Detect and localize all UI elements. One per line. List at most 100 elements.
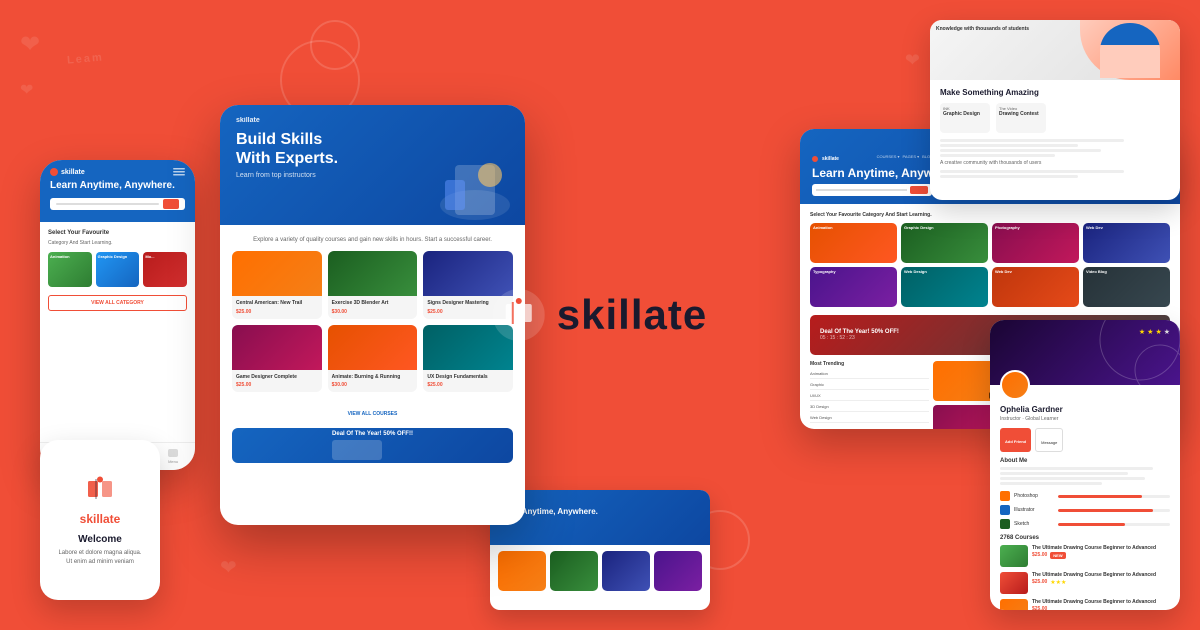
search-input-bar bbox=[56, 203, 159, 205]
category-more[interactable]: Mo... bbox=[143, 252, 187, 287]
course-name-4: Game Designer Complete bbox=[236, 374, 318, 381]
dtr-community-text: A creative community with thousands of u… bbox=[940, 160, 1170, 166]
course-price-4: $25.00 bbox=[236, 382, 318, 388]
profile-card: ★ ★ ★ ★ Ophelia Gardner Instructor · Glo… bbox=[990, 320, 1180, 610]
course-thumb-5 bbox=[328, 325, 418, 370]
phone-screen: skillate Learn Anytime, Anywhere. Select… bbox=[40, 160, 195, 470]
deco-circle-2 bbox=[310, 20, 360, 70]
splash-subtitle: Labore et dolore magna aliqua. Ut enim a… bbox=[56, 549, 144, 566]
phone-splash-screen: skillate Welcome Labore et dolore magna … bbox=[40, 440, 160, 600]
phone-section-title: Select Your Favourite bbox=[48, 230, 187, 236]
tablet-course-grid: Central American: New Trail $25.00 Exerc… bbox=[232, 251, 513, 392]
cat-label-animation: Animation bbox=[48, 252, 92, 261]
tr-cat-graphic[interactable]: Graphic Design bbox=[901, 223, 988, 263]
view-all-courses-link[interactable]: VIEW ALL COURSES bbox=[348, 411, 398, 417]
tr-cat-typo[interactable]: Web Design bbox=[901, 267, 988, 307]
tr-cat-video[interactable]: Video Blog bbox=[1083, 267, 1170, 307]
tr-search-button[interactable] bbox=[910, 186, 928, 194]
course-thumb-4 bbox=[232, 325, 322, 370]
text-line-1 bbox=[940, 139, 1124, 142]
pc-price-1: $25.00 bbox=[1032, 552, 1047, 558]
tr-cat-3d[interactable]: Typography bbox=[810, 267, 897, 307]
pc-course-item-1[interactable]: The Ultimate Drawing Course Beginner to … bbox=[1000, 545, 1170, 567]
center-logo-area: skillate bbox=[493, 289, 707, 341]
tr-search-bar[interactable] bbox=[812, 184, 932, 196]
skillate-logo-icon bbox=[493, 289, 545, 341]
pc-course-item-2[interactable]: The Ultimate Drawing Course Beginner to … bbox=[1000, 572, 1170, 594]
tablet-hero: skillate Build SkillsWith Experts. Learn… bbox=[220, 105, 525, 225]
about-line-1 bbox=[1000, 467, 1153, 470]
pc-message-button[interactable]: Message bbox=[1035, 428, 1063, 452]
splash-welcome-text: Welcome bbox=[78, 534, 122, 545]
tr-brand-name: skillate bbox=[822, 156, 839, 162]
mt-brand: skillate bbox=[498, 498, 702, 504]
course-name-1: Central American: New Trail bbox=[236, 300, 318, 307]
illustrator-icon bbox=[1000, 505, 1010, 515]
nav-menu[interactable]: Menu bbox=[165, 449, 181, 465]
tablet-hero-illustration bbox=[435, 145, 515, 225]
deal-illustration bbox=[332, 440, 413, 460]
pc-stars-2: ★★★ bbox=[1050, 579, 1066, 586]
photoshop-icon bbox=[1000, 491, 1010, 501]
view-all-button[interactable]: VIEW ALL CATEGORY bbox=[48, 295, 187, 311]
tr-cat-label-typo: Web Design bbox=[901, 267, 988, 276]
phone-header: skillate Learn Anytime, Anywhere. bbox=[40, 160, 195, 222]
tr-cat-animation[interactable]: Animation bbox=[810, 223, 897, 263]
course-thumb-2 bbox=[328, 251, 418, 296]
phone-mockup: skillate Learn Anytime, Anywhere. Select… bbox=[40, 160, 195, 470]
category-graphic[interactable]: Graphic Design bbox=[96, 252, 140, 287]
text-line-6 bbox=[940, 175, 1078, 178]
phone-section-subtitle: Category And Start Learning. bbox=[48, 240, 187, 246]
tr-cat-label-webdesign: Web Dev bbox=[992, 267, 1079, 276]
skill-name-2: Illustrator bbox=[1014, 507, 1054, 513]
star-2: ★ bbox=[1147, 328, 1153, 336]
pc-course-name-3: The Ultimate Drawing Course Beginner to … bbox=[1032, 599, 1170, 606]
pc-follow-label: Add Friend bbox=[1005, 439, 1026, 444]
skill-fill-3 bbox=[1058, 523, 1125, 526]
pc-name: Ophelia Gardner bbox=[1000, 405, 1170, 414]
category-animation[interactable]: Animation bbox=[48, 252, 92, 287]
course-price-2: $30.00 bbox=[332, 309, 414, 315]
dtr-hero-image bbox=[1080, 20, 1180, 80]
mt-card-4[interactable] bbox=[654, 551, 702, 591]
about-line-2 bbox=[1000, 472, 1128, 475]
text-line-2 bbox=[940, 144, 1078, 147]
tr-cat-label-video: Video Blog bbox=[1083, 267, 1170, 276]
pc-tag-new-1: NEW bbox=[1050, 552, 1065, 559]
tr-brand-dot bbox=[812, 156, 818, 162]
course-info-4: Game Designer Complete $25.00 bbox=[232, 370, 322, 393]
dtr-mini-card-2: The Video Drawing Contest bbox=[996, 103, 1046, 133]
skill-fill-1 bbox=[1058, 495, 1142, 498]
tr-cat-label-photo: Photography bbox=[992, 223, 1079, 232]
course-card-1[interactable]: Central American: New Trail $25.00 bbox=[232, 251, 322, 319]
tr-cat-photo[interactable]: Photography bbox=[992, 223, 1079, 263]
mt-card-2[interactable] bbox=[550, 551, 598, 591]
deco-heart-3: ❤ bbox=[220, 555, 237, 580]
course-card-4[interactable]: Game Designer Complete $25.00 bbox=[232, 325, 322, 393]
tr-cat-label-graphic: Graphic Design bbox=[901, 223, 988, 232]
tr-cat-webdev[interactable]: Web Dev bbox=[1083, 223, 1170, 263]
pc-course-item-3[interactable]: The Ultimate Drawing Course Beginner to … bbox=[1000, 599, 1170, 610]
about-line-4 bbox=[1000, 482, 1102, 485]
tr-trending-label: Most Trending bbox=[810, 361, 929, 367]
tr-trend-item-5: Web Design bbox=[810, 415, 929, 423]
about-line-3 bbox=[1000, 477, 1145, 480]
tr-category-grid: Animation Graphic Design Photography Web… bbox=[810, 223, 1170, 307]
pc-course-info-3: The Ultimate Drawing Course Beginner to … bbox=[1032, 599, 1170, 610]
pc-follow-button[interactable]: Add Friend bbox=[1000, 428, 1031, 452]
mt-card-3[interactable] bbox=[602, 551, 650, 591]
mt-card-1[interactable] bbox=[498, 551, 546, 591]
course-price-1: $25.00 bbox=[236, 309, 318, 315]
brand-name: skillate bbox=[557, 291, 707, 339]
course-card-2[interactable]: Exercise 3D Blender Art $30.00 bbox=[328, 251, 418, 319]
skill-name-3: Sketch bbox=[1014, 521, 1054, 527]
tablet-section-text: Explore a variety of quality courses and… bbox=[232, 237, 513, 243]
cat-label-more: Mo... bbox=[143, 252, 187, 261]
course-price-6: $25.00 bbox=[427, 382, 509, 388]
course-card-5[interactable]: Animate: Burning & Running $30.00 bbox=[328, 325, 418, 393]
phone-search-bar[interactable] bbox=[50, 198, 185, 210]
search-button[interactable] bbox=[163, 199, 179, 209]
tablet-deal-content: Deal Of The Year! 50% OFF!! bbox=[332, 431, 413, 460]
skill-bar-3 bbox=[1058, 523, 1170, 526]
tr-cat-webdesign[interactable]: Web Dev bbox=[992, 267, 1079, 307]
